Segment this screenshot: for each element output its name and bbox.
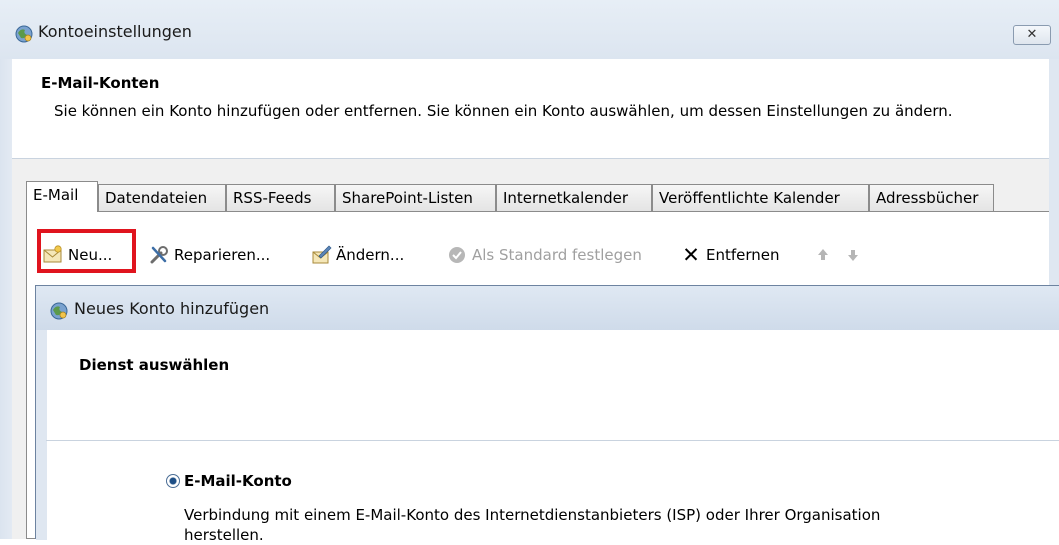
tab-datendateien[interactable]: Datendateien: [98, 184, 226, 211]
section-title: E-Mail-Konten: [41, 74, 160, 92]
dialog-titlebar: Neues Konto hinzufügen: [36, 286, 1059, 331]
new-account-dialog: Neues Konto hinzufügen: [35, 285, 1059, 540]
set-default-button[interactable]: Als Standard festlegen: [446, 235, 642, 275]
move-down-button[interactable]: [842, 235, 868, 275]
dialog-section-title: Dienst auswählen: [79, 356, 230, 374]
close-icon: ✕: [1026, 27, 1038, 42]
tab-internetkalender[interactable]: Internetkalender: [496, 184, 652, 211]
highlight-frame: [37, 229, 136, 273]
tab-email[interactable]: E-Mail: [26, 181, 98, 212]
repair-button-label: Reparieren...: [174, 246, 271, 264]
change-settings-icon: [312, 245, 332, 264]
email-account-description: Verbindung mit einem E-Mail-Konto des In…: [184, 506, 881, 544]
remove-x-icon: ✕: [682, 243, 700, 267]
tab-rss-feeds[interactable]: RSS-Feeds: [226, 184, 335, 211]
tab-adressbuecher[interactable]: Adressbücher: [869, 184, 994, 211]
check-circle-icon: [449, 247, 465, 263]
repair-button[interactable]: Reparieren...: [148, 235, 270, 275]
window-title: Kontoeinstellungen: [38, 22, 192, 41]
account-settings-icon: [15, 25, 33, 43]
dialog-frame-left: [36, 330, 47, 540]
tab-sharepoint-listen[interactable]: SharePoint-Listen: [335, 184, 496, 211]
remove-button[interactable]: ✕ Entfernen: [680, 235, 780, 275]
window-frame-left: [0, 59, 12, 539]
arrow-down-icon: [848, 250, 858, 261]
section-description: Sie können ein Konto hinzufügen oder ent…: [54, 102, 953, 120]
dialog-title: Neues Konto hinzufügen: [74, 299, 270, 318]
change-button[interactable]: Ändern...: [310, 235, 404, 275]
email-account-label[interactable]: E-Mail-Konto: [184, 472, 292, 490]
dialog-divider: [46, 440, 1059, 441]
change-button-label: Ändern...: [336, 246, 405, 264]
repair-tools-icon: [150, 246, 168, 264]
remove-button-label: Entfernen: [706, 246, 780, 264]
set-default-button-label: Als Standard festlegen: [472, 246, 642, 264]
tab-veroeffentlichte-kalender[interactable]: Veröffentlichte Kalender: [652, 184, 869, 211]
close-button[interactable]: ✕: [1013, 25, 1051, 45]
arrow-up-icon: [818, 249, 828, 260]
account-settings-icon: [50, 302, 68, 320]
move-up-button[interactable]: [812, 235, 838, 275]
email-account-radio[interactable]: [166, 474, 180, 488]
outer-titlebar: Kontoeinstellungen ✕: [0, 0, 1059, 59]
